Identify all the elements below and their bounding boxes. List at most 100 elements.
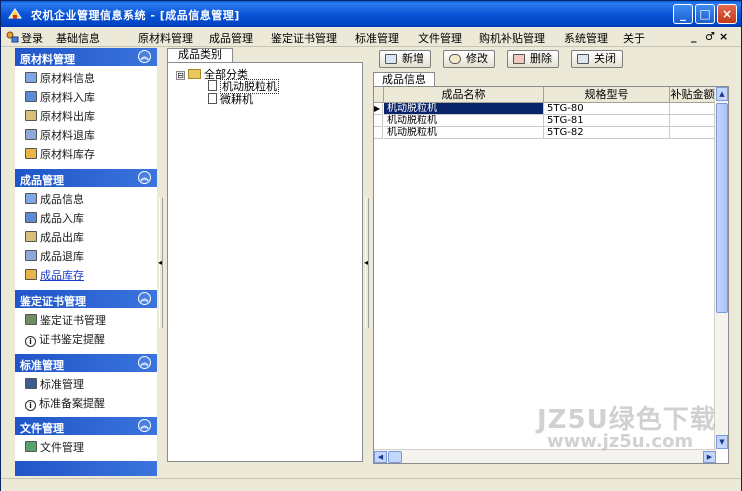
nav-item-raw-stock[interactable]: 原材料库存 [25, 146, 95, 164]
vertical-scrollbar[interactable]: ▲ ▼ [714, 87, 728, 449]
raw-out-icon [25, 110, 37, 121]
table-cell[interactable]: 机动脱粒机 [384, 127, 544, 139]
nav-group-files[interactable]: 文件管理 ︽ [15, 417, 157, 435]
menu-product[interactable]: 成品管理 [209, 30, 253, 46]
table-cell[interactable] [670, 127, 716, 139]
add-button[interactable]: 新增 [379, 50, 431, 68]
tab-product-info[interactable]: 成品信息 [373, 72, 435, 87]
nav-item-raw-info[interactable]: 原材料信息 [25, 70, 95, 88]
nav-item-certificate-remind[interactable]: i 证书鉴定提醒 [25, 331, 105, 349]
row-header-corner [374, 87, 384, 103]
collapse-icon[interactable]: ︽ [138, 356, 151, 369]
nav-item-standard-manage[interactable]: 标准管理 [25, 376, 84, 394]
product-info-icon [25, 193, 37, 204]
nav-group-body: 鉴定证书管理 i 证书鉴定提醒 [15, 308, 157, 352]
edit-button[interactable]: 修改 [443, 50, 495, 68]
nav-item-product-info[interactable]: 成品信息 [25, 191, 84, 209]
nav-group-product[interactable]: 成品管理 ︽ [15, 169, 157, 187]
nav-item-product-in[interactable]: 成品入库 [25, 210, 84, 228]
menu-bar: 登录 基础信息 原材料管理 成品管理 鉴定证书管理 标准管理 文件管理 购机补贴… [1, 27, 741, 47]
collapse-icon[interactable]: ︽ [138, 292, 151, 305]
menu-certificate[interactable]: 鉴定证书管理 [271, 30, 337, 46]
collapse-icon[interactable]: ︽ [138, 50, 151, 63]
delete-button[interactable]: 删除 [507, 50, 559, 68]
menu-login[interactable]: 登录 [21, 30, 43, 46]
menu-standard[interactable]: 标准管理 [355, 30, 399, 46]
tree-node-tiller[interactable]: 微耕机 [208, 91, 253, 107]
collapse-icon[interactable]: ︽ [138, 419, 151, 432]
column-header-subsidy[interactable]: 补贴金额 [670, 87, 716, 103]
menu-files[interactable]: 文件管理 [418, 30, 462, 46]
raw-in-icon [25, 91, 37, 102]
add-icon [385, 54, 397, 64]
exit-icon [577, 54, 589, 64]
scroll-thumb[interactable] [716, 103, 728, 313]
status-bar [1, 478, 741, 491]
menu-about[interactable]: 关于 [623, 30, 645, 46]
nav-item-raw-in[interactable]: 原材料入库 [25, 89, 95, 107]
collapse-icon[interactable]: ︽ [138, 171, 151, 184]
tab-product-category[interactable]: 成品类别 [167, 48, 233, 62]
column-header-name[interactable]: 成品名称 [384, 87, 544, 103]
middle-splitter[interactable]: ◂ [363, 48, 371, 476]
nav-group-raw-material[interactable]: 原材料管理 ︽ [15, 48, 157, 66]
nav-item-file-manage[interactable]: 文件管理 [25, 439, 84, 457]
nav-item-certificate-manage[interactable]: 鉴定证书管理 [25, 312, 106, 330]
category-tree: ⊟ 全部分类 机动脱粒机 微耕机 [167, 62, 363, 462]
nav-item-raw-return[interactable]: 原材料退库 [25, 127, 95, 145]
nav-item-raw-out[interactable]: 原材料出库 [25, 108, 95, 126]
info-icon: i [25, 400, 36, 411]
nav-group-title: 成品管理 [20, 174, 64, 187]
table-cell[interactable]: 机动脱粒机 [384, 115, 544, 127]
nav-group-certificate[interactable]: 鉴定证书管理 ︽ [15, 290, 157, 308]
close-form-button[interactable]: 关闭 [571, 50, 623, 68]
collapse-node-icon[interactable]: ⊟ [176, 71, 185, 80]
table-cell[interactable]: 机动脱粒机 [384, 103, 544, 115]
main-window: 农机企业管理信息系统 - [成品信息管理] _ □ × 登录 基础信息 原材料管… [0, 0, 742, 491]
raw-info-icon [25, 72, 37, 83]
nav-group-body: 文件管理 [15, 435, 157, 459]
nav-group-body: 原材料信息 原材料入库 原材料出库 原材料退库 原材料库存 [15, 66, 157, 166]
left-splitter[interactable]: ◂ [157, 48, 165, 476]
maximize-button[interactable]: □ [695, 4, 715, 24]
collapse-left-icon[interactable]: ◂ [158, 258, 162, 267]
table-cell[interactable] [670, 103, 716, 115]
category-tree-panel: 成品类别 ⊟ 全部分类 机动脱粒机 微耕机 [165, 48, 363, 476]
table-cell[interactable]: 5TG-81 [544, 115, 670, 127]
menu-raw-material[interactable]: 原材料管理 [138, 30, 193, 46]
product-in-icon [25, 212, 37, 223]
column-header-model[interactable]: 规格型号 [544, 87, 670, 103]
nav-group-title: 标准管理 [20, 359, 64, 372]
nav-item-product-return[interactable]: 成品退库 [25, 248, 84, 266]
raw-stock-icon [25, 148, 37, 159]
nav-item-product-stock[interactable]: 成品库存 [25, 267, 84, 285]
mdi-restore-button[interactable]: ♂ [705, 30, 715, 43]
menu-subsidy[interactable]: 购机补贴管理 [479, 30, 545, 46]
nav-group-next[interactable] [15, 461, 157, 476]
nav-group-title: 文件管理 [20, 422, 64, 435]
nav-item-standard-remind[interactable]: i 标准备案提醒 [25, 395, 105, 413]
nav-group-standard[interactable]: 标准管理 ︽ [15, 354, 157, 372]
nav-group-title: 鉴定证书管理 [20, 295, 86, 308]
scroll-left-icon[interactable]: ◀ [374, 451, 387, 463]
folder-icon [188, 69, 201, 79]
table-cell[interactable] [670, 115, 716, 127]
watermark: JZ5U绿色下载 www.jz5u.com [531, 399, 731, 459]
menu-system[interactable]: 系统管理 [564, 30, 608, 46]
mdi-close-button[interactable]: × [719, 30, 728, 43]
scroll-thumb[interactable] [388, 451, 402, 463]
table-cell[interactable]: 5TG-82 [544, 127, 670, 139]
scroll-up-icon[interactable]: ▲ [716, 87, 728, 101]
nav-group-body: 成品信息 成品入库 成品出库 成品退库 成品库存 [15, 187, 157, 287]
table-cell[interactable]: 5TG-80 [544, 103, 670, 115]
row-indicator [374, 127, 383, 139]
mdi-minimize-button[interactable]: _ [691, 30, 697, 43]
menu-basic-info[interactable]: 基础信息 [56, 30, 100, 46]
certificate-icon [25, 314, 37, 325]
nav-item-product-out[interactable]: 成品出库 [25, 229, 84, 247]
row-indicator [374, 115, 383, 127]
standard-icon [25, 378, 37, 389]
minimize-button[interactable]: _ [673, 4, 693, 24]
close-button[interactable]: × [717, 4, 737, 24]
collapse-left-icon[interactable]: ◂ [364, 258, 368, 267]
